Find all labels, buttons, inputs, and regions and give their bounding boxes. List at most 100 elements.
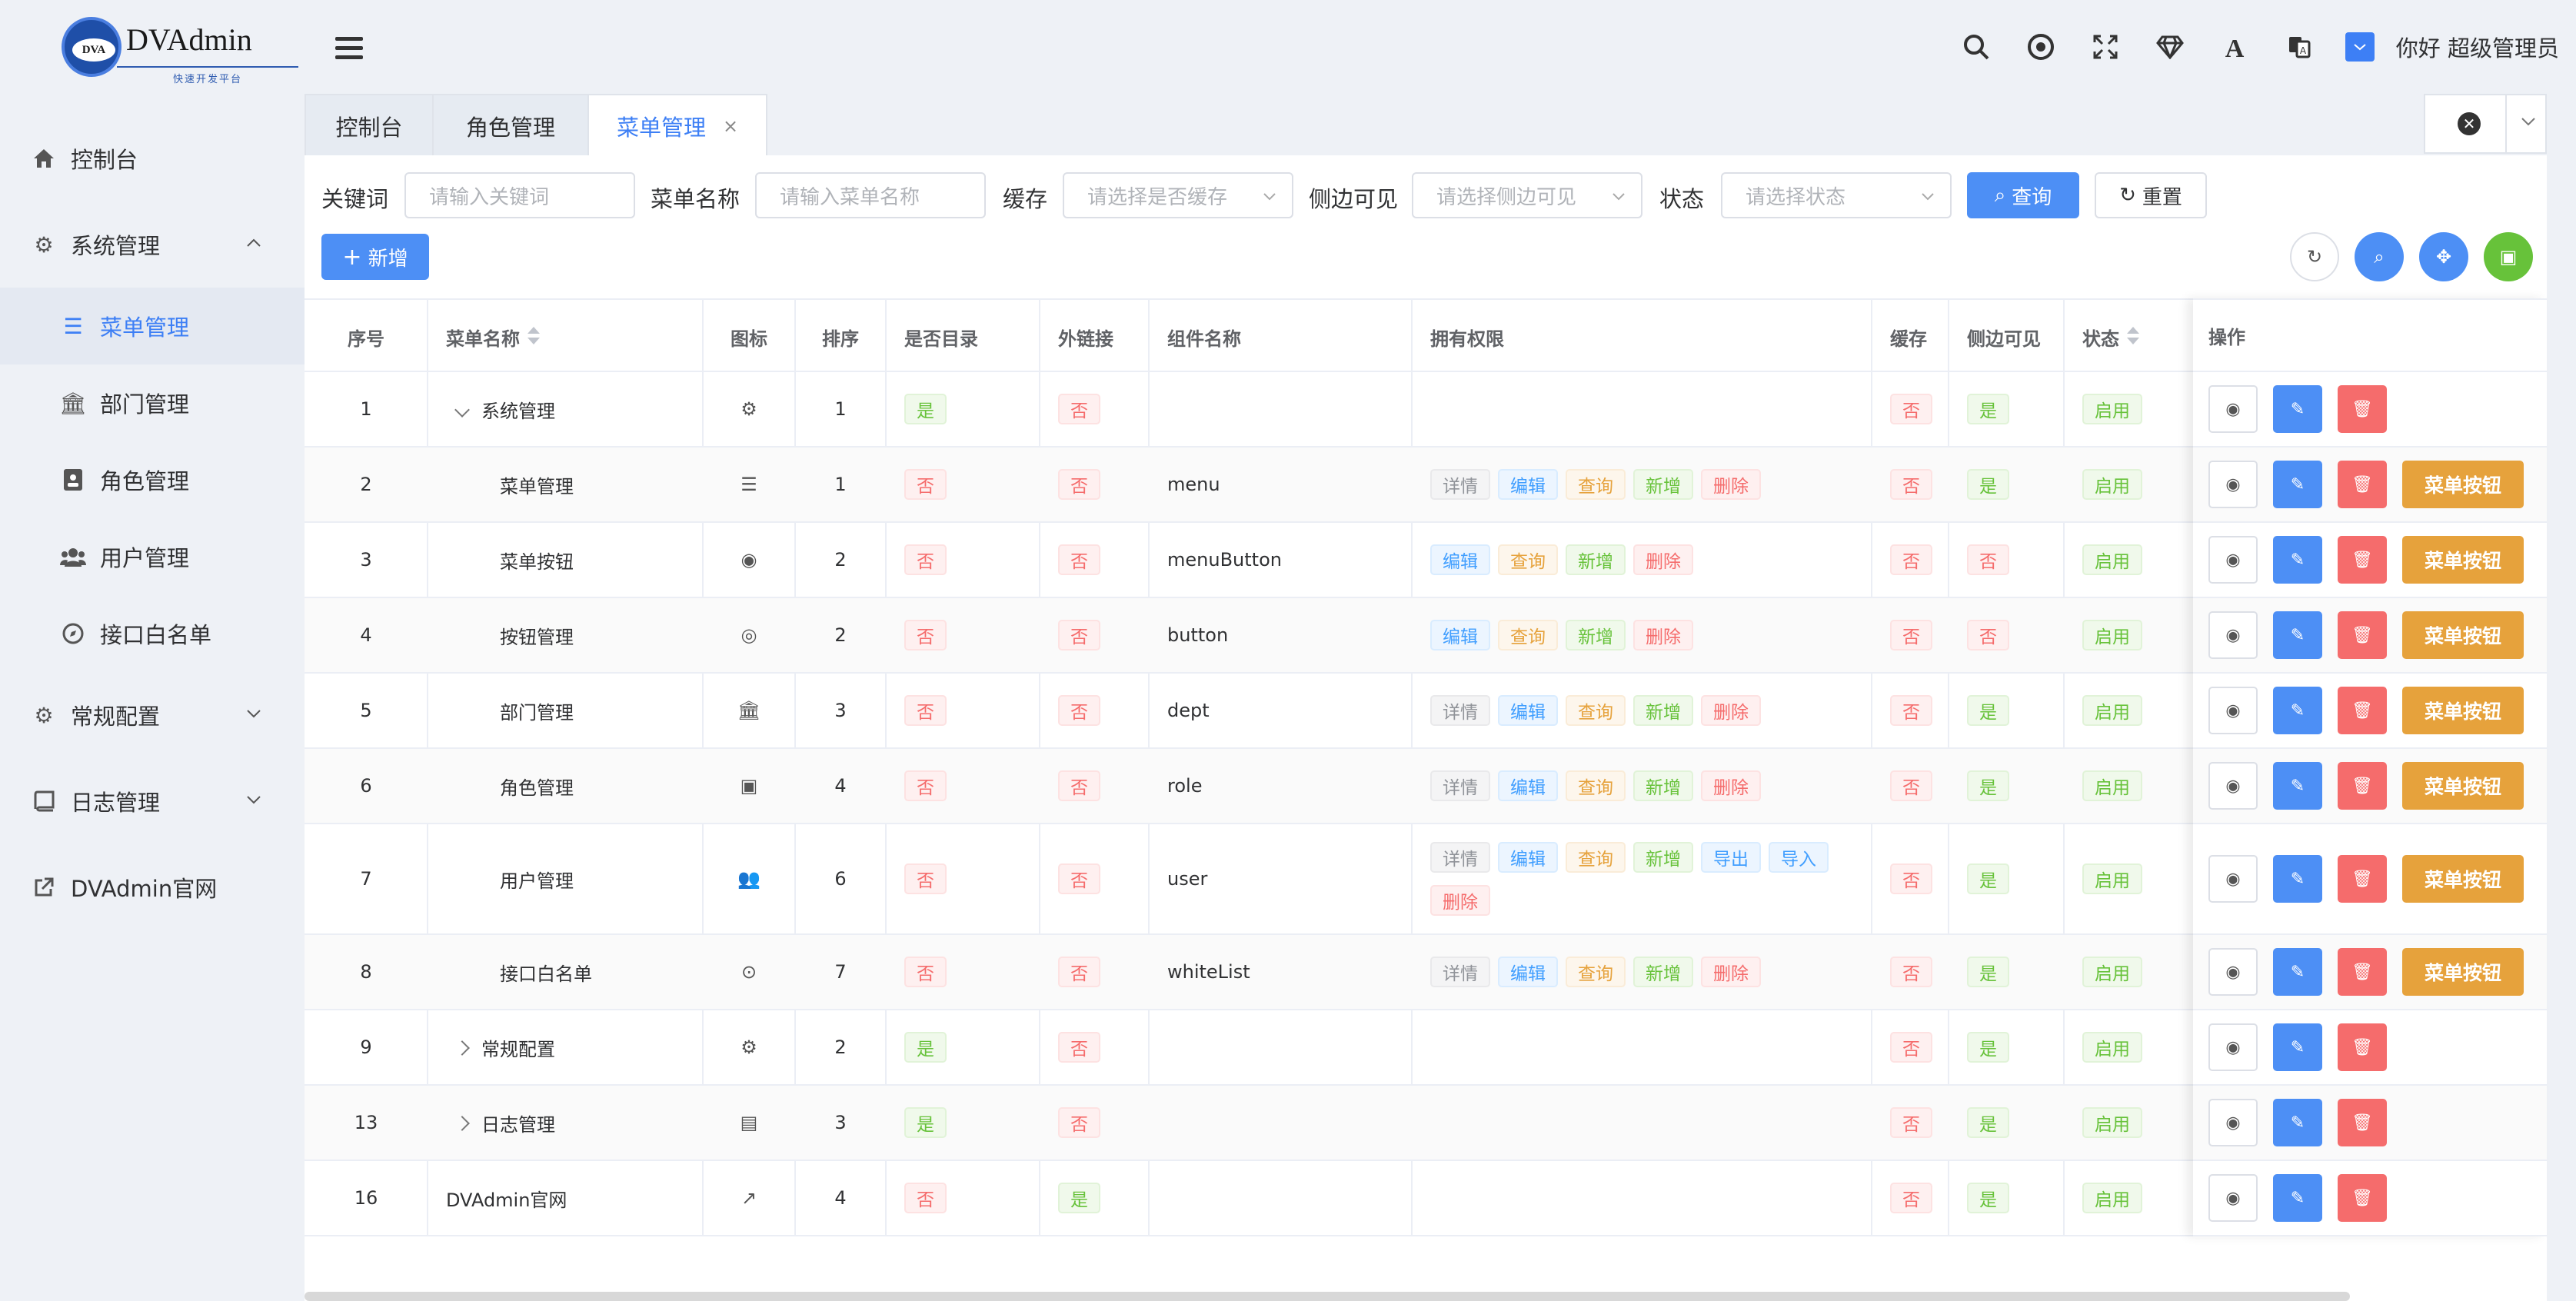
- edit-button[interactable]: ✎: [2273, 762, 2322, 810]
- fullscreen-icon[interactable]: [2090, 32, 2121, 62]
- delete-button[interactable]: 🗑: [2338, 611, 2387, 659]
- view-button[interactable]: ◉: [2208, 1023, 2258, 1071]
- menu-button-button[interactable]: 菜单按钮: [2402, 461, 2524, 508]
- sidebar-item-general-config[interactable]: ⚙ 常规配置: [0, 672, 305, 758]
- trash-icon: 🗑: [2351, 869, 2373, 889]
- refresh-button[interactable]: ↻: [2290, 232, 2339, 281]
- font-size-icon[interactable]: A: [2219, 32, 2250, 62]
- delete-button[interactable]: 🗑: [2338, 687, 2387, 734]
- sidebar-item-user[interactable]: 用户管理: [0, 518, 305, 595]
- diamond-icon[interactable]: [2155, 32, 2185, 62]
- view-button[interactable]: ◉: [2208, 855, 2258, 903]
- menu-button-button[interactable]: 菜单按钮: [2402, 536, 2524, 584]
- view-button[interactable]: ◉: [2208, 948, 2258, 996]
- sort-icon[interactable]: [528, 327, 540, 347]
- toggle-search-button[interactable]: ⌕: [2355, 232, 2404, 281]
- pencil-icon: ✎: [2290, 550, 2305, 570]
- view-button[interactable]: ◉: [2208, 1099, 2258, 1146]
- close-circle-icon[interactable]: ✕: [2458, 112, 2481, 135]
- sidebar-item-role[interactable]: 角色管理: [0, 441, 305, 518]
- collapse-toggle[interactable]: [446, 398, 481, 420]
- sidebar-item-system[interactable]: ⚙ 系统管理: [0, 201, 305, 288]
- column-header[interactable]: 状态: [2082, 300, 2193, 374]
- cell-status: 启用: [2082, 372, 2193, 446]
- menu-button-button[interactable]: 菜单按钮: [2402, 762, 2524, 810]
- sort-icon[interactable]: [2127, 327, 2139, 347]
- search-button[interactable]: ⌕ 查询: [1967, 172, 2079, 218]
- tab-menu-management[interactable]: 菜单管理 ×: [587, 94, 767, 157]
- menu-name-input[interactable]: 请输入菜单名称: [755, 172, 986, 218]
- view-button[interactable]: ◉: [2208, 461, 2258, 508]
- export-button[interactable]: ▣: [2484, 232, 2533, 281]
- edit-button[interactable]: ✎: [2273, 1023, 2322, 1071]
- chevron-down-icon[interactable]: [2519, 112, 2538, 131]
- menu-button-button[interactable]: 菜单按钮: [2402, 611, 2524, 659]
- chevron-down-icon: [1612, 193, 1625, 201]
- sort-value: 7: [834, 961, 847, 983]
- menu-button-button[interactable]: 菜单按钮: [2402, 855, 2524, 903]
- view-button[interactable]: ◉: [2208, 1174, 2258, 1222]
- chevron-up-icon: [247, 238, 261, 247]
- add-button[interactable]: + 新增: [321, 234, 429, 280]
- expand-toggle[interactable]: [446, 1112, 481, 1133]
- delete-button[interactable]: 🗑: [2338, 461, 2387, 508]
- delete-button[interactable]: 🗑: [2338, 1174, 2387, 1222]
- chevron-down-icon: [1922, 193, 1934, 201]
- status-tag: 启用: [2082, 770, 2142, 801]
- expand-toggle[interactable]: [446, 1036, 481, 1058]
- sidebar-item-department[interactable]: 🏛 部门管理: [0, 364, 305, 441]
- view-button[interactable]: ◉: [2208, 762, 2258, 810]
- delete-button[interactable]: 🗑: [2338, 948, 2387, 996]
- delete-button[interactable]: 🗑: [2338, 1023, 2387, 1071]
- view-button[interactable]: ◉: [2208, 536, 2258, 584]
- sidebar-visible-select[interactable]: 请选择侧边可见: [1412, 172, 1642, 218]
- cell-sidebar-visible: 是: [1967, 749, 2064, 823]
- edit-button[interactable]: ✎: [2273, 536, 2322, 584]
- view-button[interactable]: ◉: [2208, 385, 2258, 433]
- tab-label: 菜单管理: [616, 115, 706, 141]
- sidebar-item-log[interactable]: 日志管理: [0, 758, 305, 844]
- sidebar-visible-tag: 是: [1967, 1032, 2009, 1063]
- record-icon[interactable]: [2025, 32, 2056, 62]
- delete-button[interactable]: 🗑: [2338, 385, 2387, 433]
- status-select[interactable]: 请选择状态: [1721, 172, 1952, 218]
- search-icon[interactable]: [1961, 32, 1992, 62]
- close-icon[interactable]: ×: [723, 115, 738, 137]
- edit-button[interactable]: ✎: [2273, 687, 2322, 734]
- column-header[interactable]: 菜单名称: [446, 300, 703, 374]
- drag-columns-button[interactable]: ✥: [2419, 232, 2468, 281]
- edit-button[interactable]: ✎: [2273, 1174, 2322, 1222]
- language-icon[interactable]: A: [2284, 32, 2315, 62]
- user-greeting[interactable]: 你好 超级管理员: [2396, 31, 2559, 63]
- sidebar-item-website[interactable]: DVAdmin官网: [0, 844, 305, 930]
- delete-button[interactable]: 🗑: [2338, 536, 2387, 584]
- save-icon: ▣: [2499, 246, 2518, 268]
- edit-button[interactable]: ✎: [2273, 855, 2322, 903]
- edit-button[interactable]: ✎: [2273, 461, 2322, 508]
- edit-button[interactable]: ✎: [2273, 1099, 2322, 1146]
- horizontal-scrollbar[interactable]: [305, 1292, 2350, 1301]
- delete-button[interactable]: 🗑: [2338, 1099, 2387, 1146]
- edit-button[interactable]: ✎: [2273, 948, 2322, 996]
- sidebar-item-dashboard[interactable]: 控制台: [0, 115, 305, 201]
- edit-button[interactable]: ✎: [2273, 385, 2322, 433]
- cache-select[interactable]: 请选择是否缓存: [1063, 172, 1293, 218]
- menu-toggle-icon[interactable]: [335, 37, 363, 59]
- avatar[interactable]: [2345, 32, 2375, 62]
- tab-role-management[interactable]: 角色管理: [432, 94, 589, 157]
- cell-is-link: 否: [1058, 523, 1149, 597]
- view-button[interactable]: ◉: [2208, 611, 2258, 659]
- reset-button[interactable]: ↻ 重置: [2095, 172, 2207, 218]
- view-button[interactable]: ◉: [2208, 687, 2258, 734]
- edit-button[interactable]: ✎: [2273, 611, 2322, 659]
- menu-button-button[interactable]: 菜单按钮: [2402, 948, 2524, 996]
- keyword-input[interactable]: 请输入关键词: [404, 172, 635, 218]
- move-icon: ✥: [2435, 246, 2452, 268]
- delete-button[interactable]: 🗑: [2338, 762, 2387, 810]
- delete-button[interactable]: 🗑: [2338, 855, 2387, 903]
- sidebar-item-whitelist[interactable]: 接口白名单: [0, 595, 305, 672]
- sidebar-item-menu-management[interactable]: ☰ 菜单管理: [0, 288, 305, 364]
- tab-dashboard[interactable]: 控制台: [305, 94, 434, 157]
- menu-button-button[interactable]: 菜单按钮: [2402, 687, 2524, 734]
- logo[interactable]: DVA DVAdmin 快速开发平台: [62, 17, 298, 86]
